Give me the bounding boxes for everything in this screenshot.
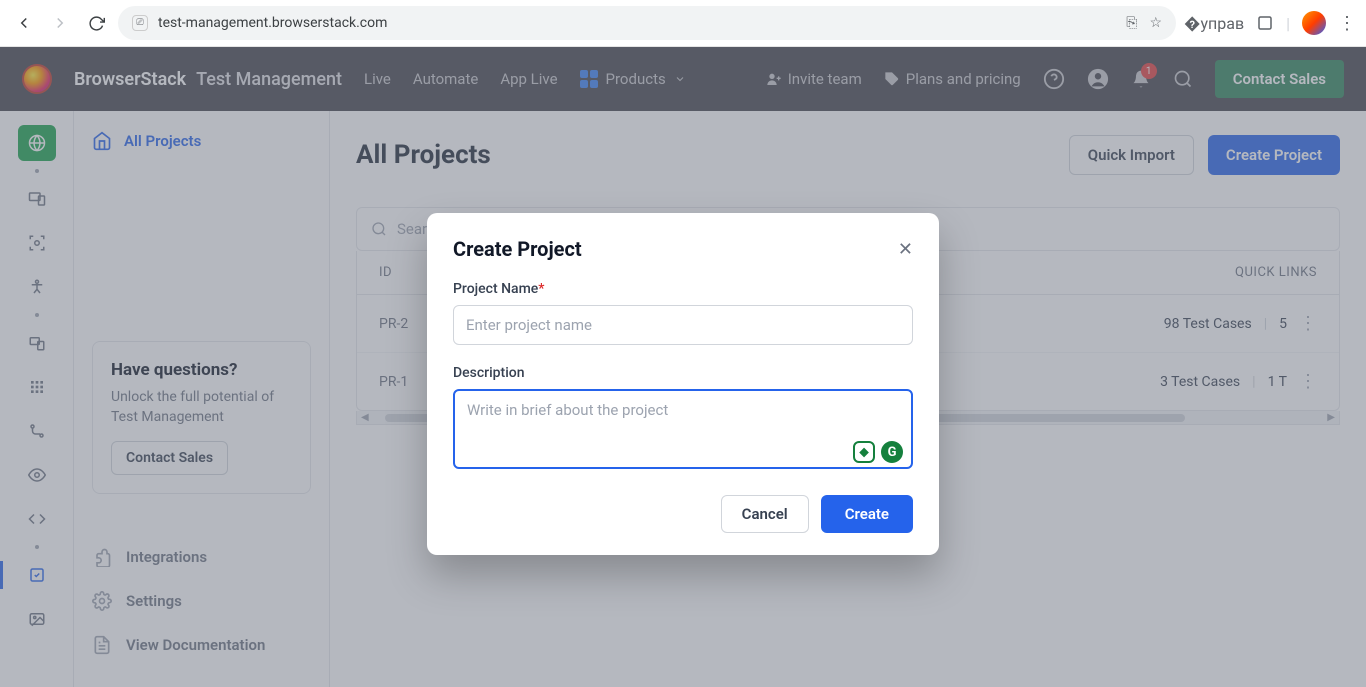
close-icon[interactable]: ✕ <box>898 239 913 260</box>
description-textarea[interactable] <box>453 389 913 469</box>
reload-button[interactable] <box>82 9 110 37</box>
modal-title: Create Project <box>453 237 582 261</box>
forward-button[interactable] <box>46 9 74 37</box>
cancel-button[interactable]: Cancel <box>721 495 809 533</box>
description-label: Description <box>453 365 913 381</box>
bookmark-icon[interactable]: ☆ <box>1149 15 1162 31</box>
grammarly-tone-icon[interactable]: ⬥ <box>853 441 875 463</box>
extensions-icon[interactable] <box>1256 14 1274 32</box>
project-name-input[interactable] <box>453 305 913 345</box>
grammarly-widget[interactable]: ⬥ G <box>853 441 903 463</box>
url-text: test-management.browserstack.com <box>158 15 387 31</box>
project-name-label: Project Name* <box>453 281 913 297</box>
extensions-icon[interactable]: �управ <box>1184 14 1244 33</box>
create-button[interactable]: Create <box>821 495 913 533</box>
chrome-menu-icon[interactable]: ⋮ <box>1338 13 1356 34</box>
browser-toolbar: ⎚ test-management.browserstack.com ⎘ ☆ �… <box>0 0 1366 47</box>
grammarly-icon[interactable]: G <box>881 441 903 463</box>
site-info-icon[interactable]: ⎚ <box>132 15 148 31</box>
back-button[interactable] <box>10 9 38 37</box>
url-bar[interactable]: ⎚ test-management.browserstack.com ⎘ ☆ <box>118 6 1176 40</box>
profile-avatar[interactable] <box>1302 11 1326 35</box>
translate-icon[interactable]: ⎘ <box>1126 15 1137 31</box>
create-project-modal: Create Project ✕ Project Name* Descripti… <box>427 213 939 555</box>
